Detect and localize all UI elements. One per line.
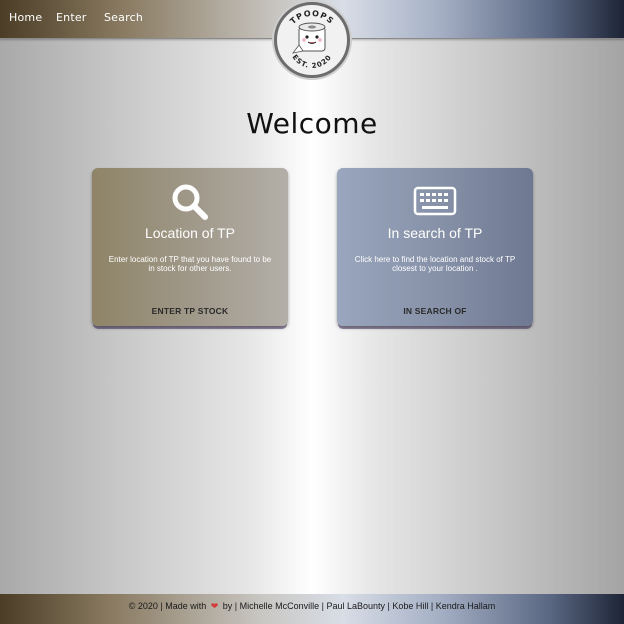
footer-prefix: © 2020 | Made with [128, 601, 207, 611]
card-description: Enter location of TP that you have found… [108, 255, 272, 273]
site-logo[interactable]: TPOOPS EST. 2020 [274, 2, 350, 78]
enter-tp-stock-button[interactable]: ENTER TP STOCK [92, 306, 288, 316]
keyboard-icon [337, 182, 533, 222]
card-title: Location of TP [144, 225, 236, 241]
card-title: In search of TP [387, 225, 483, 241]
nav-link-search[interactable]: Search [104, 11, 143, 24]
nav-link-home[interactable]: Home [9, 11, 42, 24]
heart-icon: ❤ [210, 601, 219, 611]
card-description: Click here to find the location and stoc… [354, 255, 516, 273]
in-search-of-button[interactable]: IN SEARCH OF [337, 306, 533, 316]
toilet-paper-logo-icon: TPOOPS EST. 2020 [288, 9, 334, 70]
card-in-search-of-tp[interactable]: In search of TP Click here to find the l… [337, 168, 533, 326]
page-title: Welcome [246, 106, 378, 140]
nav-link-enter[interactable]: Enter [56, 11, 87, 24]
card-location-of-tp[interactable]: Location of TP Enter location of TP that… [92, 168, 288, 326]
svg-text:EST. 2020: EST. 2020 [291, 53, 334, 70]
footer: © 2020 | Made with ❤ by | Michelle McCon… [0, 594, 624, 624]
search-icon [92, 182, 288, 222]
footer-credits: by | Michelle McConville | Paul LaBounty… [222, 601, 496, 611]
logo-bottom-text: EST. 2020 [291, 53, 333, 70]
